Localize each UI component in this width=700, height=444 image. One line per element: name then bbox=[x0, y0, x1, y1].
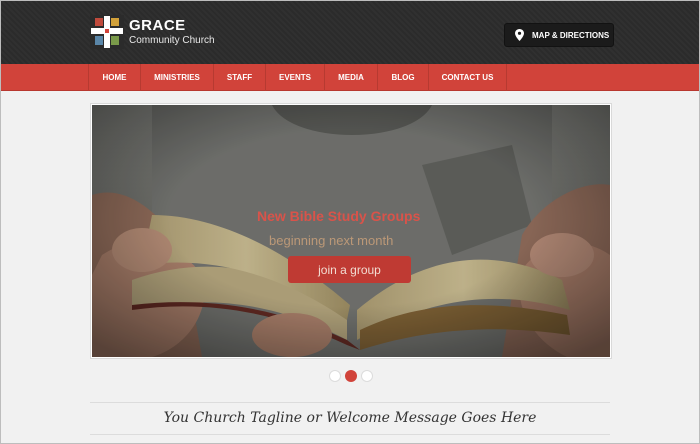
church-tagline: You Church Tagline or Welcome Message Go… bbox=[163, 410, 537, 426]
join-group-button[interactable]: join a group bbox=[288, 256, 411, 283]
site-header: GRACE Community Church MAP & DIRECTIONS bbox=[1, 1, 699, 64]
nav-home[interactable]: HOME bbox=[88, 64, 140, 91]
map-directions-label: MAP & DIRECTIONS bbox=[532, 30, 610, 40]
bible-reading-illustration bbox=[92, 105, 610, 357]
nav-staff[interactable]: STAFF bbox=[213, 64, 265, 91]
slider-dot-1[interactable] bbox=[329, 370, 341, 382]
brand-subtitle[interactable]: Community Church bbox=[129, 35, 215, 46]
section-divider-bottom bbox=[90, 434, 610, 435]
map-pin-icon bbox=[515, 29, 524, 41]
slide-subline: beginning next month bbox=[269, 233, 394, 248]
slide-headline: New Bible Study Groups bbox=[257, 208, 421, 224]
brand-name[interactable]: GRACE bbox=[129, 17, 186, 34]
nav-blog[interactable]: BLOG bbox=[377, 64, 428, 91]
nav-divider bbox=[506, 64, 507, 91]
slider-dot-3[interactable] bbox=[361, 370, 373, 382]
hero-slide-image[interactable] bbox=[92, 105, 610, 357]
section-divider bbox=[90, 402, 610, 403]
nav-ministries[interactable]: MINISTRIES bbox=[140, 64, 213, 91]
main-nav: HOME MINISTRIES STAFF EVENTS MEDIA BLOG … bbox=[1, 64, 699, 91]
cross-logo-icon[interactable] bbox=[90, 15, 124, 49]
map-directions-button[interactable]: MAP & DIRECTIONS bbox=[504, 23, 614, 47]
nav-media[interactable]: MEDIA bbox=[324, 64, 377, 91]
nav-contact-us[interactable]: CONTACT US bbox=[428, 64, 506, 91]
slider-dot-2-active[interactable] bbox=[345, 370, 357, 382]
nav-events[interactable]: EVENTS bbox=[265, 64, 324, 91]
